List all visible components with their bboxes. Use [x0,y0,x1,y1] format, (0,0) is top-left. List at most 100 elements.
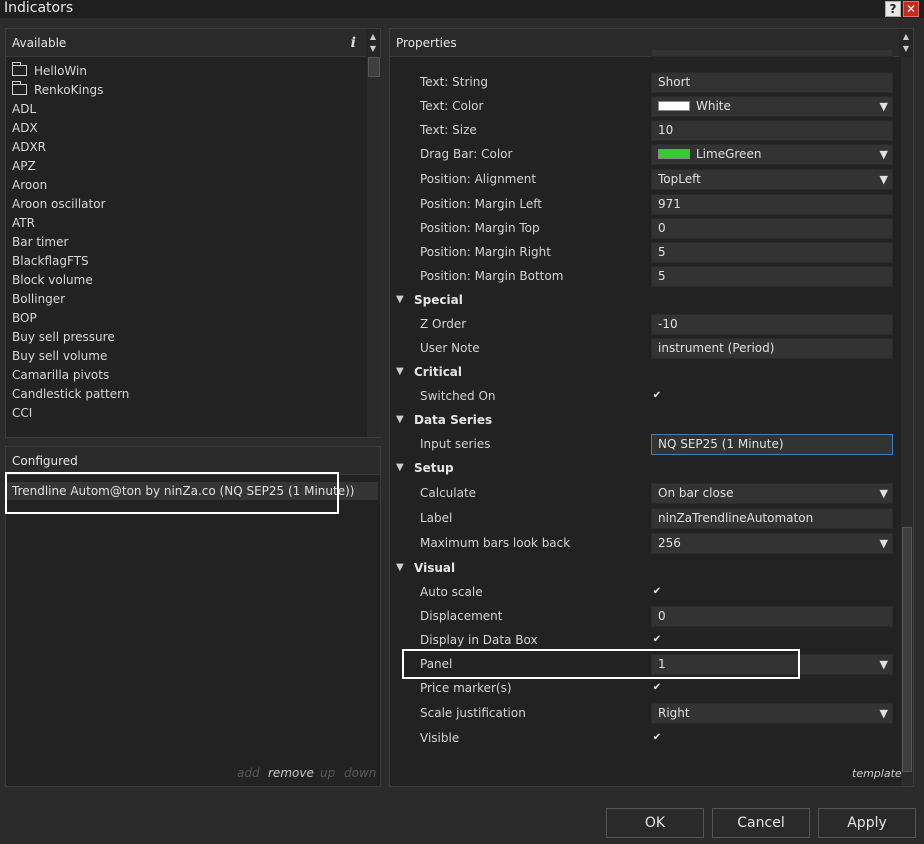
indicator-item[interactable]: ADX [12,119,367,138]
indicator-item[interactable]: Bollinger [12,290,367,309]
property-input[interactable]: 5 [651,242,893,263]
properties-scroll-down-icon[interactable]: ▼ [899,43,913,55]
properties-scrollbar[interactable] [901,57,913,786]
indicator-item[interactable]: Buy sell pressure [12,328,367,347]
indicator-item[interactable]: Aroon [12,176,367,195]
properties-scroll-thumb[interactable] [902,527,912,772]
checkbox[interactable]: ✔ [651,390,663,402]
item-label: ADL [12,102,37,116]
info-icon[interactable]: i [351,29,356,57]
indicator-item[interactable]: Aroon oscillator [12,195,367,214]
indicator-item[interactable]: APZ [12,157,367,176]
folder-item[interactable]: HelloWin [12,62,367,81]
add-button[interactable]: add [237,766,260,780]
category-label: Critical [414,365,463,379]
property-dropdown[interactable]: Right ▼ [651,703,893,724]
property-dropdown[interactable]: On bar close ▼ [651,483,893,504]
property-dropdown[interactable]: LimeGreen ▼ [651,144,893,165]
chevron-down-icon[interactable]: ▼ [880,484,888,503]
up-button[interactable]: up [320,766,335,780]
category-header[interactable]: ▼ Setup [390,456,898,480]
property-input[interactable]: 971 [651,194,893,215]
chevron-down-icon[interactable]: ▼ [880,97,888,116]
down-button[interactable]: down [344,766,376,780]
property-row: Text: Size 10 [390,118,898,142]
property-input[interactable]: 0 [651,218,893,239]
ok-button[interactable]: OK [606,808,704,838]
property-value-text: Right [658,706,690,720]
chevron-down-icon[interactable]: ▼ [880,170,888,189]
template-link[interactable]: template [852,767,902,780]
chevron-down-icon[interactable]: ▼ [880,145,888,164]
property-dropdown[interactable]: White ▼ [651,96,893,117]
property-value-text: 0 [658,609,666,623]
close-icon[interactable]: ✕ [903,1,919,17]
indicator-item[interactable]: Camarilla pivots [12,366,367,385]
collapse-arrow-icon[interactable]: ▼ [396,456,404,480]
apply-button[interactable]: Apply [818,808,916,838]
property-label: Z Order [420,317,467,331]
header-scroll-down-icon[interactable]: ▼ [366,43,380,55]
property-input[interactable]: instrument (Period) [651,338,893,359]
property-label: Text: Size [420,123,477,137]
property-value-text: 0 [658,221,666,235]
item-label: BOP [12,311,37,325]
indicator-item[interactable]: BlackflagFTS [12,252,367,271]
property-dropdown[interactable]: 256 ▼ [651,533,893,554]
indicator-item[interactable]: ADL [12,100,367,119]
category-label: Data Series [414,413,493,427]
indicator-item[interactable]: Candlestick pattern [12,385,367,404]
available-list: HelloWin RenkoKings ADL ADX ADXR APZ Aroon Aroo… [12,62,367,464]
header-scroll-up-icon[interactable]: ▲ [366,31,380,43]
cancel-button[interactable]: Cancel [712,808,810,838]
collapse-arrow-icon[interactable]: ▼ [396,556,404,580]
property-row: Price marker(s) ✔ [390,676,898,700]
checkbox[interactable]: ✔ [651,682,663,694]
category-header[interactable]: ▼ Visual [390,556,898,580]
checkbox[interactable]: ✔ [651,634,663,646]
property-input[interactable]: 10 [651,120,893,141]
indicator-item[interactable]: BOP [12,309,367,328]
property-row: Visible ✔ [390,726,898,750]
property-input[interactable]: ninZaTrendlineAutomaton [651,508,893,529]
available-scroll-thumb[interactable] [368,57,380,77]
checkbox[interactable]: ✔ [651,586,663,598]
property-row: Auto scale ✔ [390,580,898,604]
collapse-arrow-icon[interactable]: ▼ [396,408,404,432]
chevron-down-icon[interactable]: ▼ [880,534,888,553]
properties-scroll-up-icon[interactable]: ▲ [899,31,913,43]
category-header[interactable]: ▼ Critical [390,360,898,384]
indicator-item[interactable]: Buy sell volume [12,347,367,366]
collapse-arrow-icon[interactable]: ▼ [396,360,404,384]
item-label: Bollinger [12,292,66,306]
property-label: Text: String [420,75,488,89]
help-icon[interactable]: ? [885,1,901,17]
indicator-item[interactable]: Block volume [12,271,367,290]
property-input[interactable]: -10 [651,314,893,335]
property-value-text: NQ SEP25 (1 Minute) [658,437,784,451]
category-label: Setup [414,461,454,475]
property-label: Auto scale [420,585,483,599]
collapse-arrow-icon[interactable]: ▼ [396,288,404,312]
indicator-item[interactable]: CCI [12,404,367,423]
property-value-text: instrument (Period) [658,341,775,355]
property-input[interactable]: 5 [651,266,893,287]
indicator-item[interactable]: ATR [12,214,367,233]
property-input[interactable]: NQ SEP25 (1 Minute) [651,434,893,455]
indicator-item[interactable]: ADXR [12,138,367,157]
folder-item[interactable]: RenkoKings [12,81,367,100]
color-swatch [658,149,690,159]
remove-button[interactable]: remove [268,766,314,780]
property-input[interactable]: 0 [651,606,893,627]
available-scrollbar[interactable] [367,57,381,437]
chevron-down-icon[interactable]: ▼ [880,655,888,674]
category-header[interactable]: ▼ Special [390,288,898,312]
property-value-text: 256 [658,536,681,550]
indicator-item[interactable]: Bar timer [12,233,367,252]
checkbox[interactable]: ✔ [651,732,663,744]
folder-icon [12,62,27,76]
chevron-down-icon[interactable]: ▼ [880,704,888,723]
property-dropdown[interactable]: TopLeft ▼ [651,169,893,190]
category-header[interactable]: ▼ Data Series [390,408,898,432]
property-input[interactable]: Short [651,72,893,93]
